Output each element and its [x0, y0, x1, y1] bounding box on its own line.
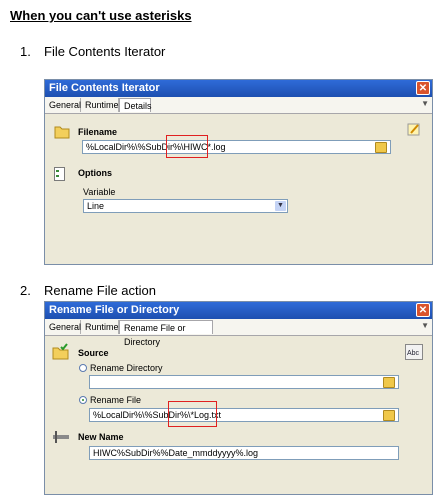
- chevron-down-icon[interactable]: ▼: [421, 99, 429, 108]
- variable-label: Variable: [83, 187, 116, 197]
- source-label: Source: [78, 348, 109, 358]
- folder-icon: [54, 126, 70, 139]
- rename-directory-radio[interactable]: [79, 364, 87, 372]
- close-icon[interactable]: ✕: [416, 303, 430, 317]
- browse-folder-icon[interactable]: [375, 142, 387, 153]
- rename-file-input[interactable]: %LocalDir%\%SubDir%\*Log.txt: [89, 408, 399, 422]
- step-2-number: 2.: [20, 283, 31, 298]
- dropdown-arrow-icon[interactable]: ▼: [275, 201, 286, 211]
- rename-file-label: Rename File: [90, 395, 142, 405]
- rename-tool-icon: [53, 431, 69, 443]
- window-2-titlebar: Rename File or Directory ✕: [45, 302, 432, 319]
- file-contents-iterator-window: File Contents Iterator ✕ General Runtime…: [44, 79, 433, 265]
- filename-label: Filename: [78, 127, 118, 137]
- rename-file-window: Rename File or Directory ✕ General Runti…: [44, 301, 433, 495]
- svg-text:Abc: Abc: [407, 350, 420, 357]
- step-1-text: File Contents Iterator: [44, 44, 166, 59]
- pencil-icon[interactable]: [407, 122, 421, 136]
- variable-select[interactable]: Line ▼: [83, 199, 288, 213]
- tab-details[interactable]: Details: [119, 98, 152, 112]
- step-2: 2. Rename File action: [20, 283, 156, 298]
- step-2-text: Rename File action: [44, 283, 156, 298]
- page-heading: When you can't use asterisks: [10, 8, 192, 23]
- folder-check-icon: [52, 343, 69, 360]
- step-1: 1. File Contents Iterator: [20, 44, 165, 59]
- tab-rename-file-or-directory[interactable]: Rename File or Directory: [119, 320, 213, 347]
- rename-file-radio[interactable]: [79, 396, 87, 404]
- rename-directory-input[interactable]: [89, 375, 399, 389]
- tab-general[interactable]: General: [45, 98, 81, 112]
- close-icon[interactable]: ✕: [416, 81, 430, 95]
- step-1-number: 1.: [20, 44, 31, 59]
- tab-general[interactable]: General: [45, 320, 81, 334]
- tab-runtime[interactable]: Runtime: [81, 320, 119, 334]
- options-icon: [54, 167, 65, 181]
- window-1-tabs: General Runtime Details ▼: [45, 97, 432, 114]
- chevron-down-icon[interactable]: ▼: [421, 321, 429, 330]
- options-label: Options: [78, 168, 112, 178]
- window-2-title: Rename File or Directory: [49, 304, 180, 316]
- new-name-input[interactable]: HIWC%SubDir%%Date_mmddyyyy%.log: [89, 446, 399, 460]
- highlight-box: [166, 135, 208, 158]
- filename-input[interactable]: %LocalDir%\%SubDir%\HIWC*.log: [82, 140, 391, 154]
- window-1-titlebar: File Contents Iterator ✕: [45, 80, 432, 97]
- text-abc-icon[interactable]: Abc: [405, 344, 423, 360]
- highlight-box: [168, 401, 217, 427]
- browse-folder-icon[interactable]: [383, 377, 395, 388]
- rename-directory-label: Rename Directory: [90, 363, 163, 373]
- window-1-title: File Contents Iterator: [49, 82, 160, 94]
- new-name-label: New Name: [78, 432, 124, 442]
- browse-folder-icon[interactable]: [383, 410, 395, 421]
- tab-runtime[interactable]: Runtime: [81, 98, 119, 112]
- window-2-tabs: General Runtime Rename File or Directory…: [45, 319, 432, 347]
